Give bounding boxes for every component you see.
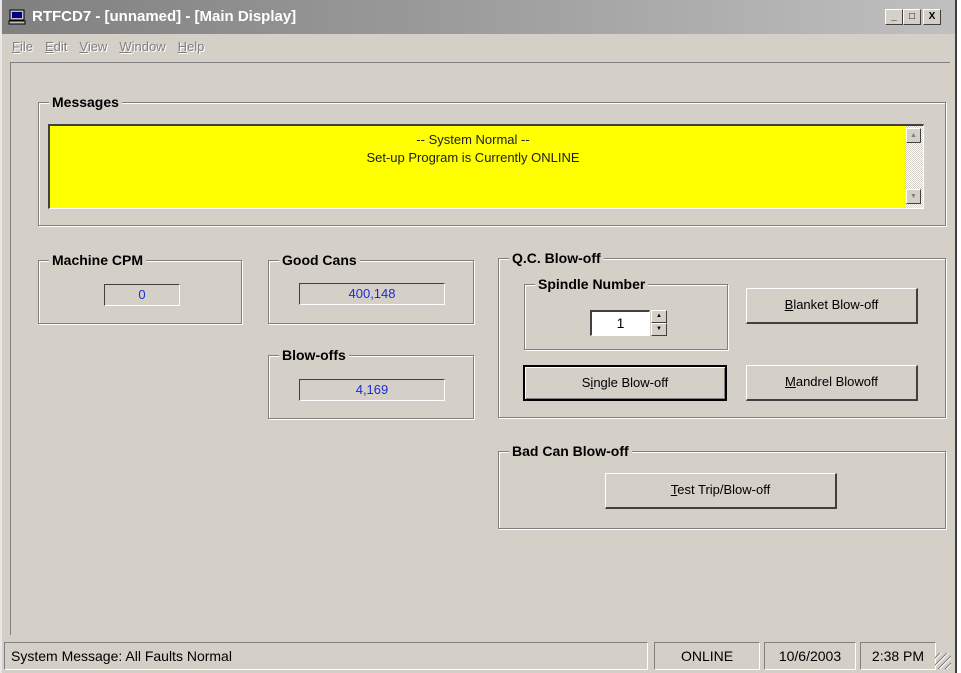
messages-label: Messages (49, 94, 122, 110)
spin-down-button[interactable]: ▼ (651, 323, 667, 336)
menu-file[interactable]: File (6, 36, 39, 58)
status-bar: System Message: All Faults Normal ONLINE… (2, 638, 955, 673)
menu-bar: File Edit View Window Help (6, 36, 210, 58)
blow-offs-value: 4,169 (299, 379, 445, 401)
menu-help[interactable]: Help (172, 36, 211, 58)
menu-view[interactable]: View (73, 36, 113, 58)
computer-icon (8, 9, 26, 25)
app-window: RTFCD7 - [unnamed] - [Main Display] _ □ … (0, 0, 957, 673)
spindle-spinner: ▲ ▼ (651, 310, 667, 336)
scroll-down-button[interactable]: ▼ (906, 189, 921, 204)
minimize-button[interactable]: _ (885, 9, 903, 25)
message-line-2: Set-up Program is Currently ONLINE (366, 150, 580, 165)
maximize-button[interactable]: □ (903, 9, 921, 25)
blow-offs-label: Blow-offs (279, 347, 349, 363)
menu-window[interactable]: Window (113, 36, 171, 58)
single-blowoff-button[interactable]: Single Blow-off (523, 365, 727, 401)
menu-edit[interactable]: Edit (39, 36, 73, 58)
blanket-blowoff-button[interactable]: Blanket Blow-off (746, 288, 918, 324)
message-box[interactable]: -- System Normal -- Set-up Program is Cu… (48, 124, 924, 209)
status-online: ONLINE (654, 642, 760, 670)
message-line-1: -- System Normal -- (416, 132, 530, 147)
spindle-number-label: Spindle Number (535, 276, 649, 292)
status-message: System Message: All Faults Normal (4, 642, 648, 670)
close-button[interactable]: X (923, 9, 941, 25)
machine-cpm-value: 0 (104, 284, 180, 306)
qc-blowoff-label: Q.C. Blow-off (509, 250, 604, 266)
scroll-up-button[interactable]: ▲ (906, 128, 921, 143)
mandrel-blowoff-button[interactable]: Mandrel Blowoff (746, 365, 918, 401)
status-time: 2:38 PM (860, 642, 936, 670)
machine-cpm-label: Machine CPM (49, 252, 147, 268)
message-scrollbar[interactable]: ▲ ▼ (905, 126, 923, 208)
good-cans-label: Good Cans (279, 252, 360, 268)
window-title: RTFCD7 - [unnamed] - [Main Display] (32, 8, 297, 25)
title-bar[interactable]: RTFCD7 - [unnamed] - [Main Display] _ □ … (2, 0, 955, 34)
test-trip-blowoff-button[interactable]: Test Trip/Blow-off (605, 473, 837, 509)
spin-up-button[interactable]: ▲ (651, 310, 667, 323)
good-cans-value: 400,148 (299, 283, 445, 305)
status-date: 10/6/2003 (764, 642, 856, 670)
resize-grip-icon[interactable] (935, 653, 951, 669)
bad-can-blowoff-label: Bad Can Blow-off (509, 443, 632, 459)
spindle-number-input[interactable]: 1 (590, 310, 650, 336)
